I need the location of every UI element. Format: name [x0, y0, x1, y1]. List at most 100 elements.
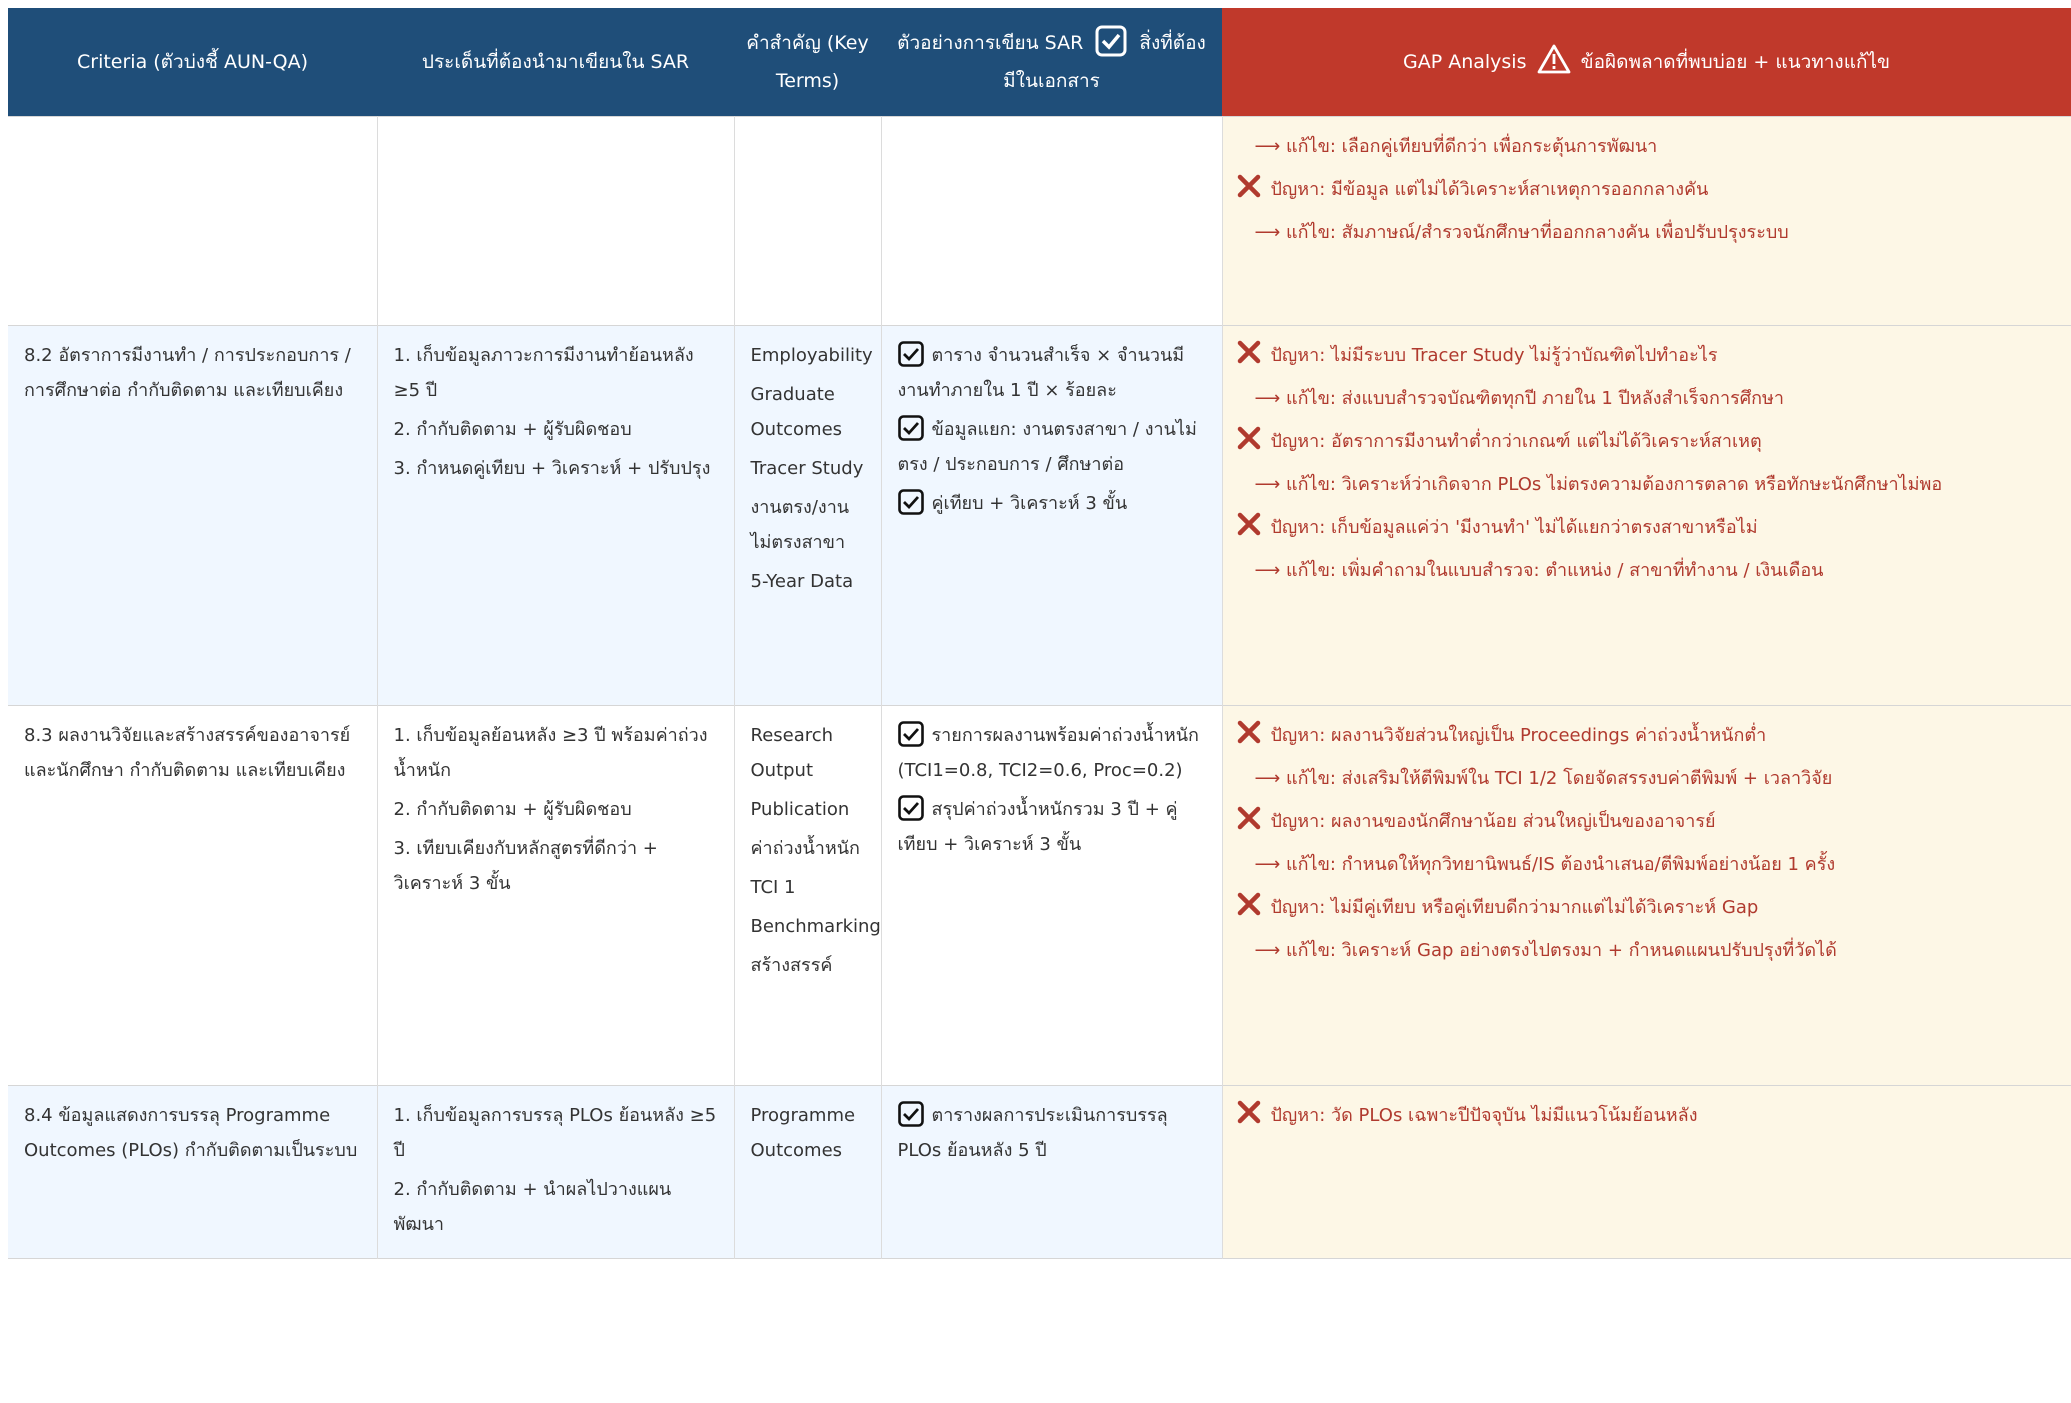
- checkbox-icon: [897, 721, 924, 747]
- key-term: งานตรง/งานไม่ตรงสาขา: [750, 497, 850, 553]
- gap-fix: ⟶ แก้ไข: กำหนดให้ทุกวิทยานิพนธ์/IS ต้องน…: [1237, 847, 2056, 882]
- key-term: Programme Outcomes: [750, 1105, 856, 1161]
- checkbox-icon: [897, 1101, 924, 1127]
- issues-cell: 1. เก็บข้อมูลภาวะการมีงานทำย้อนหลัง ≥5 ป…: [377, 325, 735, 706]
- sar-guide-table: Criteria (ตัวบ่งชี้ AUN-QA) ประเด็นที่ต้…: [8, 8, 2071, 1259]
- gap-problem: ปัญหา: วัด PLOs เฉพาะปีปัจจุบัน ไม่มีแนว…: [1237, 1098, 2056, 1133]
- checkbox-icon: [897, 489, 924, 515]
- issue-item: 1. เก็บข้อมูลย้อนหลัง ≥3 ปี พร้อมค่าถ่วง…: [393, 725, 708, 781]
- gap-fix: ⟶ แก้ไข: ส่งแบบสำรวจบัณฑิตทุกปี ภายใน 1 …: [1237, 381, 2056, 416]
- header-gap: GAP Analysis ข้อผิดพลาดที่พบบ่อย + แนวทา…: [1222, 8, 2071, 117]
- gap-text: ปัญหา: มีข้อมูล แต่ไม่ได้วิเคราะห์สาเหตุ…: [1270, 179, 1709, 200]
- cross-icon: [1237, 340, 1260, 364]
- gap-fix: ⟶ แก้ไข: สัมภาษณ์/สำรวจนักศึกษาที่ออกกลา…: [1237, 215, 2056, 250]
- gap-problem: ปัญหา: ไม่มีระบบ Tracer Study ไม่รู้ว่าบ…: [1237, 338, 2056, 373]
- cross-icon: [1237, 892, 1260, 916]
- table-row: 8.2 อัตราการมีงานทำ / การประกอบการ / การ…: [8, 325, 2071, 706]
- key-term: ค่าถ่วงน้ำหนัก: [750, 838, 860, 859]
- key-term: TCI 1: [750, 877, 796, 898]
- issues-cell: [377, 116, 735, 326]
- gap-cell: ⟶ แก้ไข: เลือกคู่เทียบที่ดีกว่า เพื่อกระ…: [1222, 116, 2071, 326]
- gap-text: ⟶ แก้ไข: วิเคราะห์ว่าเกิดจาก PLOs ไม่ตรง…: [1254, 474, 1943, 495]
- header-issues: ประเด็นที่ต้องนำมาเขียนใน SAR: [377, 8, 734, 117]
- cross-icon: [1237, 512, 1260, 536]
- key-term: Publication: [750, 799, 850, 820]
- gap-cell: ปัญหา: วัด PLOs เฉพาะปีปัจจุบัน ไม่มีแนว…: [1222, 1085, 2071, 1259]
- cross-icon: [1237, 806, 1260, 830]
- issue-item: 3. เทียบเคียงกับหลักสูตรที่ดีกว่า + วิเค…: [393, 838, 658, 894]
- cross-icon: [1237, 426, 1260, 450]
- gap-text: ปัญหา: เก็บข้อมูลแค่ว่า 'มีงานทำ' ไม่ได้…: [1270, 517, 1758, 538]
- checklist-item: ตาราง จำนวนสำเร็จ × จำนวนมีงานทำภายใน 1 …: [898, 338, 1206, 408]
- gap-text: ⟶ แก้ไข: เลือกคู่เทียบที่ดีกว่า เพื่อกระ…: [1254, 136, 1658, 157]
- checkbox-icon: [1095, 25, 1127, 57]
- gap-text: ⟶ แก้ไข: ส่งแบบสำรวจบัณฑิตทุกปี ภายใน 1 …: [1254, 388, 1785, 409]
- cross-icon: [1237, 174, 1260, 198]
- checklist-cell: [881, 116, 1223, 326]
- gap-cell: ปัญหา: ไม่มีระบบ Tracer Study ไม่รู้ว่าบ…: [1222, 325, 2071, 706]
- issues-list: 1. เก็บข้อมูลภาวะการมีงานทำย้อนหลัง ≥5 ป…: [394, 338, 718, 486]
- gap-text: ปัญหา: ไม่มีคู่เทียบ หรือคู่เทียบดีกว่าม…: [1270, 897, 1759, 918]
- key-term: Graduate Outcomes: [750, 384, 843, 440]
- checklist-text: สรุปค่าถ่วงน้ำหนักรวม 3 ปี + คู่เทียบ + …: [897, 799, 1178, 855]
- gap-text: ⟶ แก้ไข: สัมภาษณ์/สำรวจนักศึกษาที่ออกกลา…: [1254, 222, 1789, 243]
- gap-text: ⟶ แก้ไข: กำหนดให้ทุกวิทยานิพนธ์/IS ต้องน…: [1254, 854, 1836, 875]
- gap-cell: ปัญหา: ผลงานวิจัยส่วนใหญ่เป็น Proceeding…: [1222, 705, 2071, 1086]
- criteria-cell: 8.3 ผลงานวิจัยและสร้างสรรค์ของอาจารย์และ…: [8, 705, 378, 1086]
- table-row: ⟶ แก้ไข: เลือกคู่เทียบที่ดีกว่า เพื่อกระ…: [8, 116, 2071, 326]
- cross-icon: [1237, 720, 1260, 744]
- gap-problem: ปัญหา: เก็บข้อมูลแค่ว่า 'มีงานทำ' ไม่ได้…: [1237, 510, 2056, 545]
- table-row: 8.3 ผลงานวิจัยและสร้างสรรค์ของอาจารย์และ…: [8, 705, 2071, 1086]
- gap-text: ⟶ แก้ไข: วิเคราะห์ Gap อย่างตรงไปตรงมา +…: [1254, 940, 1837, 961]
- checklist-cell: ตารางผลการประเมินการบรรลุ PLOs ย้อนหลัง …: [881, 1085, 1223, 1259]
- issue-item: 3. กำหนดคู่เทียบ + วิเคราะห์ + ปรับปรุง: [393, 458, 711, 479]
- gap-problem: ปัญหา: มีข้อมูล แต่ไม่ได้วิเคราะห์สาเหตุ…: [1237, 172, 2056, 207]
- gap-text: ปัญหา: วัด PLOs เฉพาะปีปัจจุบัน ไม่มีแนว…: [1270, 1105, 1698, 1126]
- header-criteria: Criteria (ตัวบ่งชี้ AUN-QA): [8, 8, 377, 117]
- checklist-item: รายการผลงานพร้อมค่าถ่วงน้ำหนัก (TCI1=0.8…: [898, 718, 1206, 788]
- gap-problem: ปัญหา: อัตราการมีงานทำต่ำกว่าเกณฑ์ แต่ไม…: [1237, 424, 2056, 459]
- key-term: Employability: [750, 345, 873, 366]
- warning-icon: [1537, 44, 1570, 74]
- checklist-item: สรุปค่าถ่วงน้ำหนักรวม 3 ปี + คู่เทียบ + …: [898, 792, 1206, 862]
- criteria-cell: [8, 116, 378, 326]
- issue-item: 2. กำกับติดตาม + นำผลไปวางแผนพัฒนา: [393, 1179, 672, 1235]
- header-example-label: ตัวอย่างการเขียน SAR: [897, 32, 1084, 54]
- key-terms-cell: Employability Graduate Outcomes Tracer Stu…: [734, 325, 882, 706]
- issues-cell: 1. เก็บข้อมูลการบรรลุ PLOs ย้อนหลัง ≥5 ป…: [377, 1085, 735, 1259]
- checklist-item: ข้อมูลแยก: งานตรงสาขา / งานไม่ตรง / ประก…: [898, 412, 1206, 482]
- key-terms-cell: [734, 116, 882, 326]
- key-term: Research Output: [750, 725, 834, 781]
- cross-icon: [1237, 1100, 1260, 1124]
- checklist-text: ตาราง จำนวนสำเร็จ × จำนวนมีงานทำภายใน 1 …: [897, 345, 1185, 401]
- key-terms-cell: Programme Outcomes: [734, 1085, 882, 1259]
- issue-item: 2. กำกับติดตาม + ผู้รับผิดชอบ: [393, 419, 632, 440]
- gap-problem: ปัญหา: ผลงานวิจัยส่วนใหญ่เป็น Proceeding…: [1237, 718, 2056, 753]
- criteria-cell: 8.2 อัตราการมีงานทำ / การประกอบการ / การ…: [8, 325, 378, 706]
- issues-list: 1. เก็บข้อมูลย้อนหลัง ≥3 ปี พร้อมค่าถ่วง…: [394, 718, 718, 901]
- gap-problem: ปัญหา: ไม่มีคู่เทียบ หรือคู่เทียบดีกว่าม…: [1237, 890, 2056, 925]
- issue-item: 1. เก็บข้อมูลการบรรลุ PLOs ย้อนหลัง ≥5 ป…: [393, 1105, 717, 1161]
- key-term: 5-Year Data: [750, 571, 854, 592]
- criteria-cell: 8.4 ข้อมูลแสดงการบรรลุ Programme Outcome…: [8, 1085, 378, 1259]
- gap-text: ⟶ แก้ไข: ส่งเสริมให้ตีพิมพ์ใน TCI 1/2 โด…: [1254, 768, 1833, 789]
- checkbox-icon: [897, 341, 924, 367]
- gap-fix: ⟶ แก้ไข: วิเคราะห์ว่าเกิดจาก PLOs ไม่ตรง…: [1237, 467, 2056, 502]
- gap-text: ปัญหา: อัตราการมีงานทำต่ำกว่าเกณฑ์ แต่ไม…: [1270, 431, 1762, 452]
- gap-fix: ⟶ แก้ไข: เพิ่มคำถามในแบบสำรวจ: ตำแหน่ง /…: [1237, 553, 2056, 588]
- checklist-cell: ตาราง จำนวนสำเร็จ × จำนวนมีงานทำภายใน 1 …: [881, 325, 1223, 706]
- checkbox-icon: [897, 795, 924, 821]
- key-terms-cell: Research Output Publication ค่าถ่วงน้ำหนัก…: [734, 705, 882, 1086]
- issue-item: 1. เก็บข้อมูลภาวะการมีงานทำย้อนหลัง ≥5 ป…: [393, 345, 694, 401]
- header-gap-desc: ข้อผิดพลาดที่พบบ่อย + แนวทางแก้ไข: [1580, 51, 1891, 73]
- checklist-item: คู่เทียบ + วิเคราะห์ 3 ขั้น: [897, 486, 1206, 521]
- table-row: 8.4 ข้อมูลแสดงการบรรลุ Programme Outcome…: [8, 1085, 2071, 1259]
- header-gap-label: GAP Analysis: [1402, 51, 1527, 73]
- key-term: Benchmarking: [750, 916, 881, 937]
- checklist-cell: รายการผลงานพร้อมค่าถ่วงน้ำหนัก (TCI1=0.8…: [881, 705, 1223, 1086]
- gap-text: ปัญหา: ผลงานวิจัยส่วนใหญ่เป็น Proceeding…: [1270, 725, 1767, 746]
- checklist-item: ตารางผลการประเมินการบรรลุ PLOs ย้อนหลัง …: [898, 1098, 1206, 1168]
- gap-fix: ⟶ แก้ไข: ส่งเสริมให้ตีพิมพ์ใน TCI 1/2 โด…: [1237, 761, 2056, 796]
- key-term: Tracer Study: [750, 458, 864, 479]
- checklist-text: ข้อมูลแยก: งานตรงสาขา / งานไม่ตรง / ประก…: [897, 419, 1197, 475]
